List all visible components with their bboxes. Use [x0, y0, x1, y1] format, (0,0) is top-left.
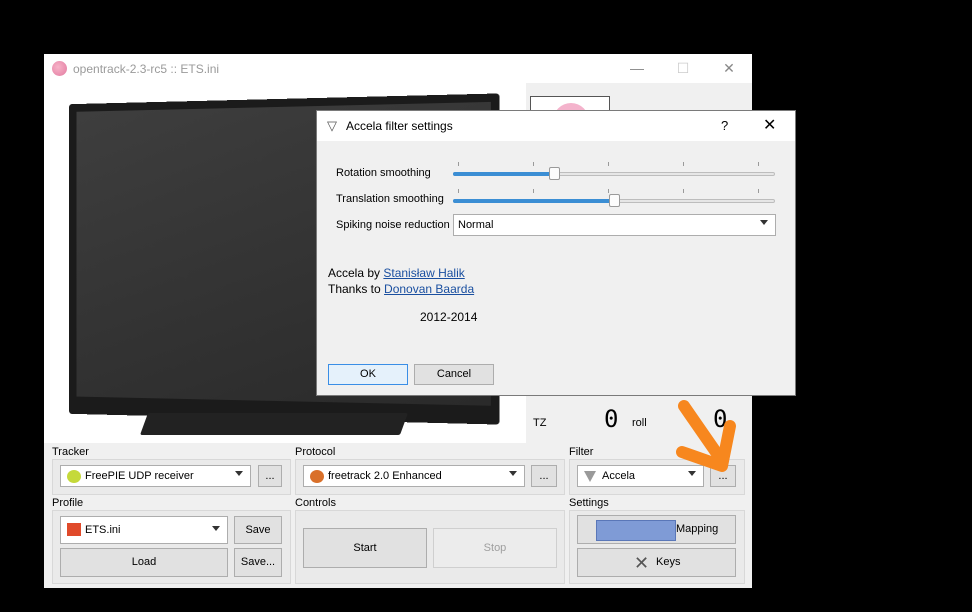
- help-button[interactable]: ?: [721, 118, 728, 133]
- chevron-down-icon: [760, 220, 768, 225]
- ok-button[interactable]: OK: [328, 364, 408, 385]
- funnel-icon: ▽: [327, 118, 337, 133]
- controls-group-label: Controls: [295, 497, 336, 509]
- translation-smoothing-label: Translation smoothing: [336, 193, 444, 205]
- thanks-line: Thanks to Donovan Baarda: [328, 282, 475, 296]
- profile-group-label: Profile: [52, 497, 84, 509]
- protocol-settings-button[interactable]: ...: [531, 465, 557, 487]
- spiking-noise-select[interactable]: Normal: [453, 214, 776, 236]
- dialog-close-button[interactable]: ✕: [763, 115, 776, 135]
- translation-smoothing-slider[interactable]: [453, 193, 775, 209]
- tracker-settings-button[interactable]: ...: [258, 465, 282, 487]
- freetrack-icon: [310, 470, 324, 483]
- save-as-button[interactable]: Save...: [234, 548, 282, 577]
- app-icon: [52, 61, 67, 76]
- mapping-button[interactable]: Mapping: [577, 515, 736, 544]
- spiking-noise-label: Spiking noise reduction: [336, 219, 450, 231]
- tracker-icon: [67, 470, 81, 483]
- keys-button[interactable]: ✕ Keys: [577, 548, 736, 577]
- settings-group-label: Settings: [569, 497, 609, 509]
- chevron-down-icon: [212, 526, 220, 531]
- tools-icon: ✕: [634, 553, 650, 573]
- title-bar: opentrack-2.3-rc5 :: ETS.ini — ☐ ✕: [44, 54, 752, 83]
- filter-group-label: Filter: [569, 446, 594, 458]
- rotation-smoothing-label: Rotation smoothing: [336, 167, 431, 179]
- window-title: opentrack-2.3-rc5 :: ETS.ini: [73, 62, 220, 76]
- chevron-down-icon: [509, 471, 517, 476]
- dialog-title-bar: ▽ Accela filter settings ? ✕: [317, 111, 795, 141]
- credit-line: Accela by Stanisław Halik: [328, 266, 465, 280]
- mapping-curve-icon: [596, 520, 676, 541]
- years-text: 2012-2014: [420, 310, 478, 324]
- tz-label: TZ: [533, 417, 547, 429]
- profile-select[interactable]: ETS.ini: [60, 516, 228, 544]
- tracker-select[interactable]: FreePIE UDP receiver: [60, 465, 251, 487]
- minimize-button[interactable]: —: [622, 58, 652, 78]
- start-button[interactable]: Start: [303, 528, 427, 568]
- tracker-group-label: Tracker: [52, 446, 89, 458]
- slider-handle[interactable]: [549, 167, 560, 180]
- close-button[interactable]: ✕: [714, 58, 744, 78]
- stop-button[interactable]: Stop: [433, 528, 557, 568]
- profile-file-icon: [67, 523, 81, 536]
- save-button[interactable]: Save: [234, 516, 282, 544]
- funnel-icon: [584, 471, 596, 482]
- protocol-group-label: Protocol: [295, 446, 336, 458]
- author-link[interactable]: Stanisław Halik: [383, 266, 464, 280]
- maximize-button[interactable]: ☐: [668, 58, 698, 78]
- roll-label: roll: [632, 417, 647, 429]
- dialog-title: Accela filter settings: [346, 119, 453, 133]
- accela-settings-dialog: ▽ Accela filter settings ? ✕ Rotation sm…: [316, 110, 796, 396]
- protocol-select[interactable]: freetrack 2.0 Enhanced: [303, 465, 525, 487]
- load-button[interactable]: Load: [60, 548, 228, 577]
- slider-handle[interactable]: [609, 194, 620, 207]
- tz-value: 0: [604, 405, 619, 433]
- annotation-arrow-icon: [676, 400, 736, 472]
- cancel-button[interactable]: Cancel: [414, 364, 494, 385]
- rotation-smoothing-slider[interactable]: [453, 166, 775, 182]
- thanks-link[interactable]: Donovan Baarda: [384, 282, 474, 296]
- chevron-down-icon: [235, 471, 243, 476]
